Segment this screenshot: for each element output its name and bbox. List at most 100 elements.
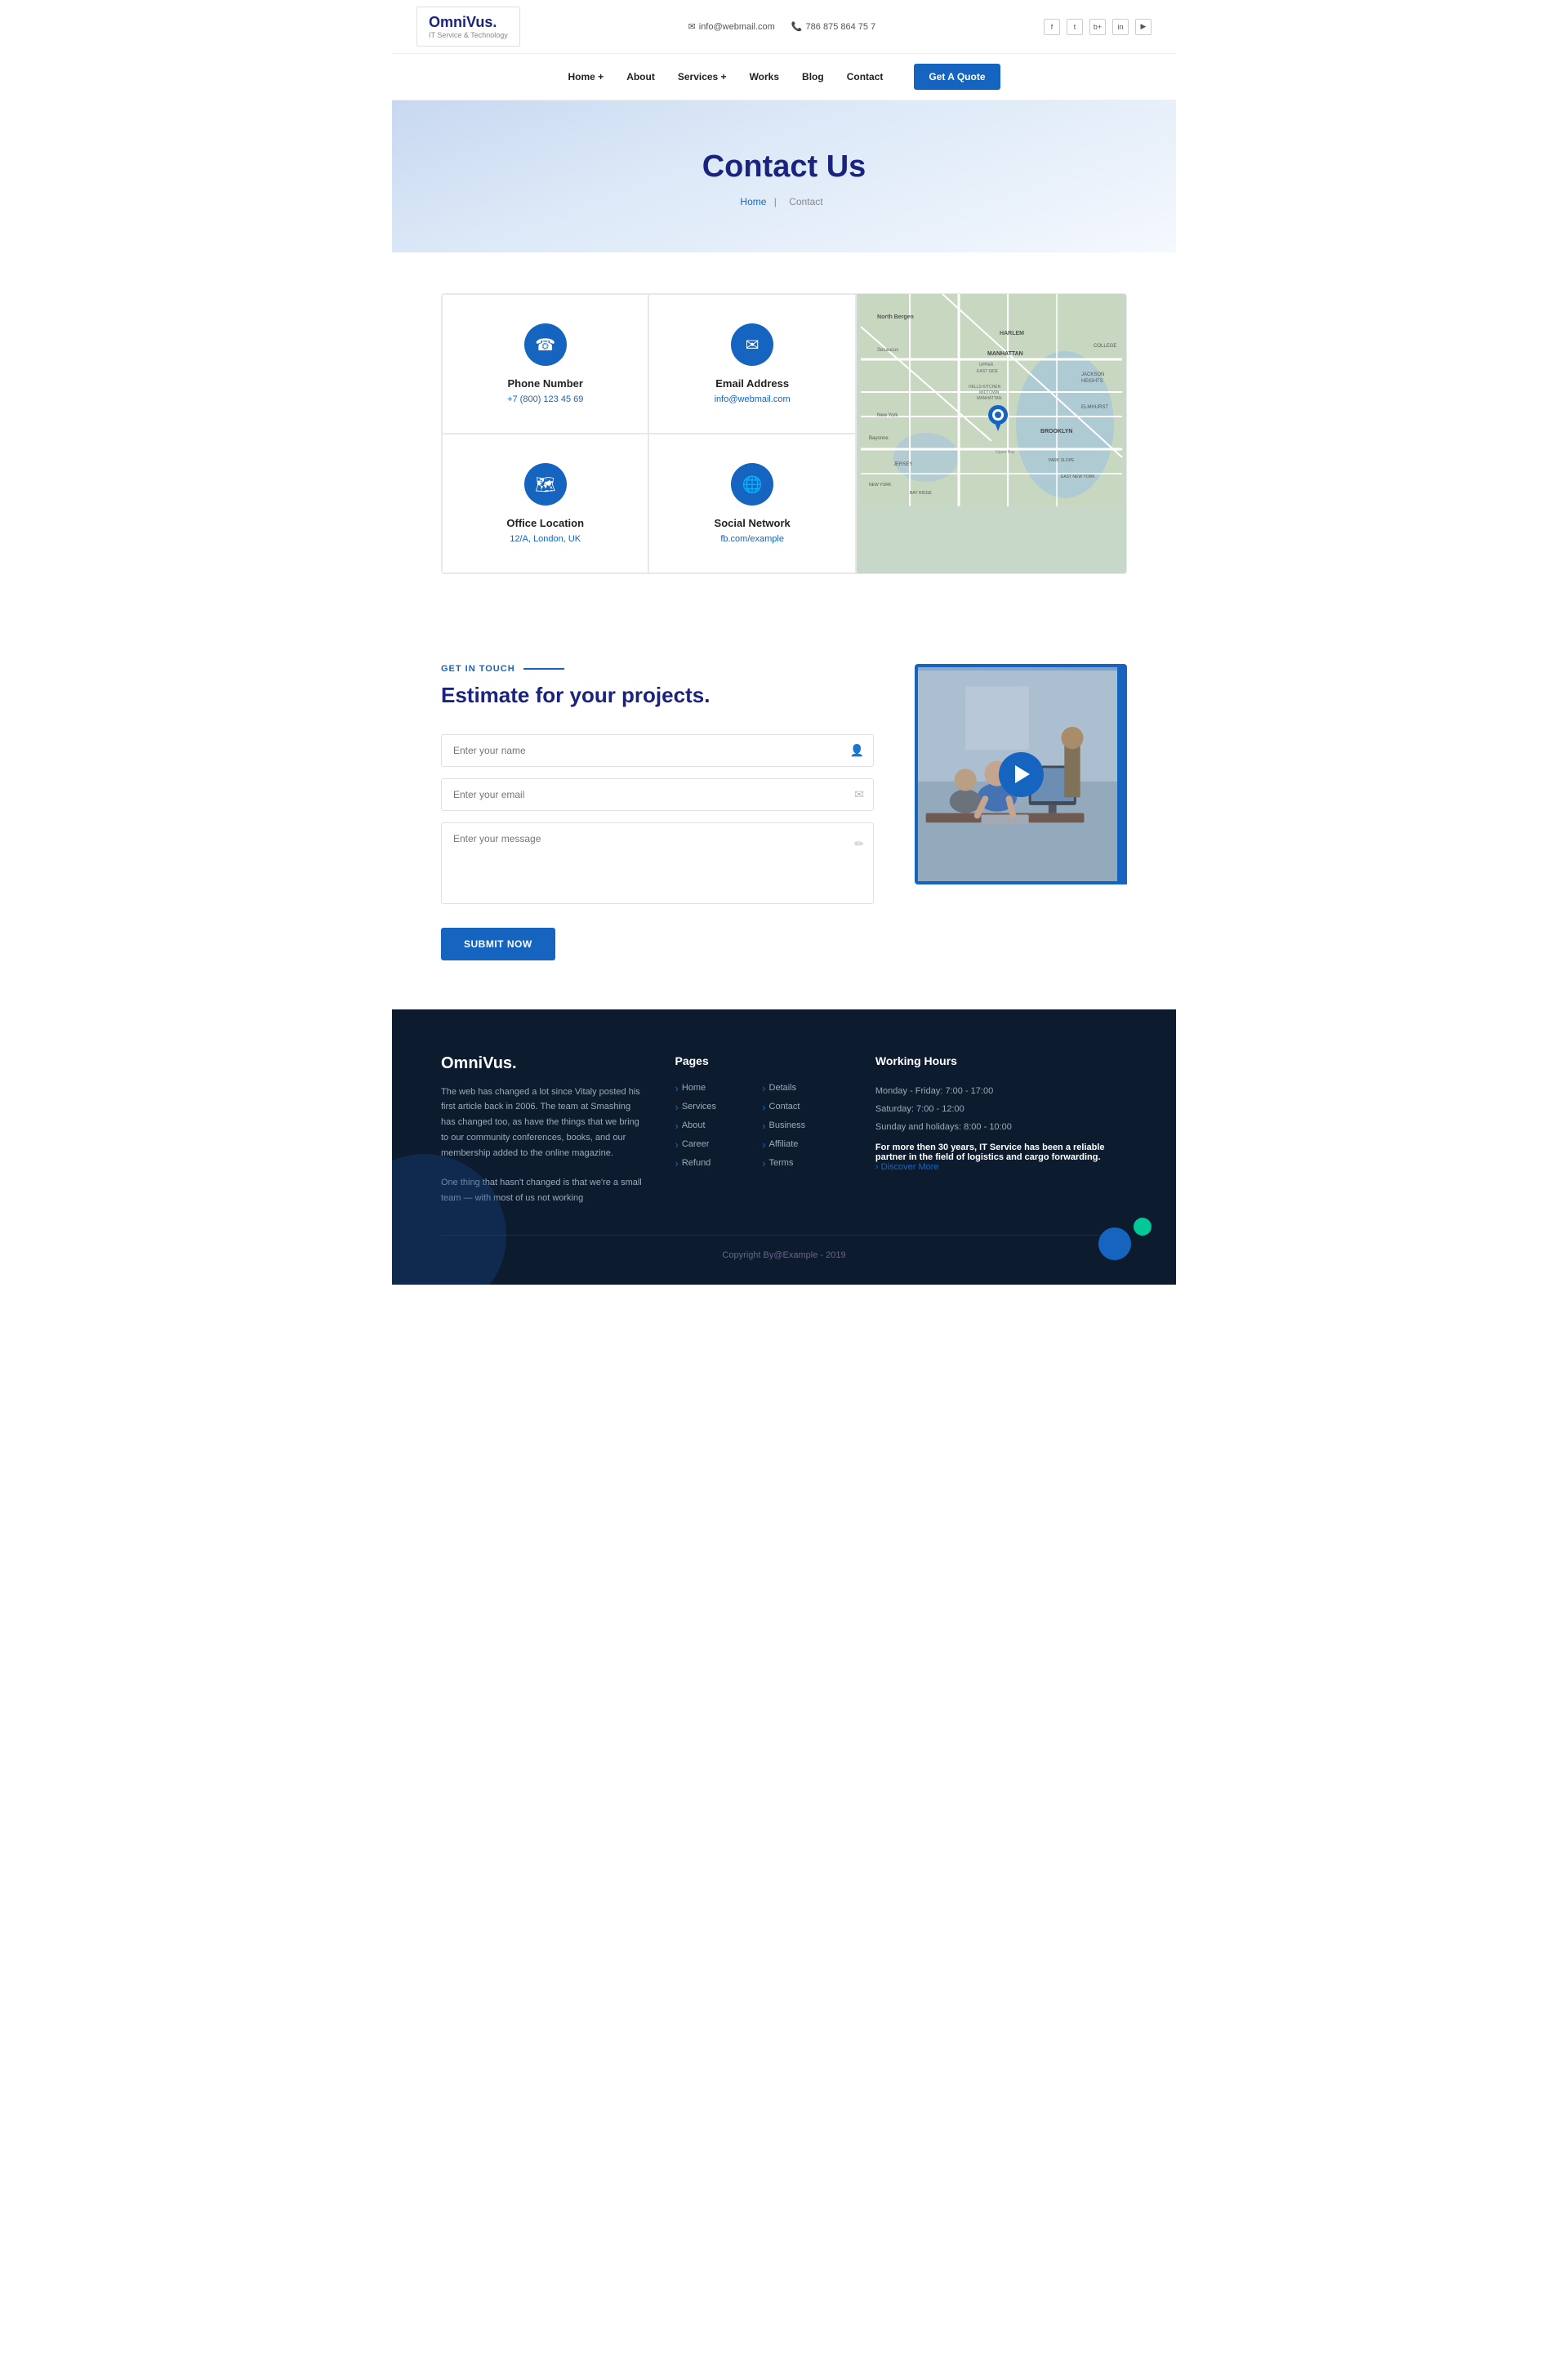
blogger-icon[interactable]: b+ — [1089, 19, 1106, 35]
header-email: ✉ info@webmail.com — [688, 21, 775, 32]
footer-pages-title: Pages — [675, 1054, 842, 1067]
nav-works[interactable]: Works — [750, 71, 779, 82]
phone-icon: ☎ — [524, 323, 567, 366]
phone-value: +7 (800) 123 45 69 — [507, 394, 583, 404]
contact-card-phone: ☎ Phone Number +7 (800) 123 45 69 — [442, 294, 648, 434]
footer-hours-desc: For more then 30 years, IT Service has b… — [875, 1143, 1127, 1162]
footer-bottom: Copyright By@Example - 2019 — [441, 1235, 1127, 1260]
footer-desc1: The web has changed a lot since Vitaly p… — [441, 1085, 642, 1160]
footer-link-refund[interactable]: Refund — [675, 1157, 755, 1169]
message-icon: ✏ — [854, 837, 864, 851]
nav-services[interactable]: Services + — [678, 71, 727, 82]
name-input[interactable] — [441, 734, 874, 767]
svg-text:MANHATTAN: MANHATTAN — [987, 351, 1023, 357]
message-input[interactable] — [441, 822, 874, 904]
svg-text:Upper Bay: Upper Bay — [996, 450, 1015, 455]
social-title: Social Network — [715, 517, 791, 529]
nav-blog[interactable]: Blog — [802, 71, 824, 82]
navbar: Home + About Services + Works Blog Conta… — [392, 54, 1176, 100]
location-value: 12/A, London, UK — [510, 534, 581, 544]
svg-text:MANHATTAN: MANHATTAN — [977, 396, 1002, 401]
footer-hours-sunday: Sunday and holidays: 8:00 - 10:00 — [875, 1118, 1127, 1136]
nav-home[interactable]: Home + — [568, 71, 604, 82]
message-field-wrapper: ✏ — [441, 822, 874, 908]
nav-about[interactable]: About — [626, 71, 655, 82]
footer-link-home[interactable]: Home — [675, 1082, 755, 1094]
contact-grid: ☎ Phone Number +7 (800) 123 45 69 ✉ Emai… — [441, 293, 1127, 574]
svg-text:North Bergen: North Bergen — [877, 314, 914, 320]
location-icon: 🗺 — [524, 463, 567, 506]
svg-text:BAY RIDGE: BAY RIDGE — [910, 491, 932, 496]
footer-link-affiliate[interactable]: Affiliate — [762, 1138, 843, 1151]
contact-section: ☎ Phone Number +7 (800) 123 45 69 ✉ Emai… — [392, 252, 1176, 615]
phone-icon: 📞 — [791, 21, 803, 32]
footer-link-about[interactable]: About — [675, 1120, 755, 1132]
email-value: info@webmail.com — [715, 394, 791, 404]
breadcrumb-home[interactable]: Home — [740, 196, 766, 207]
svg-text:JACKSON: JACKSON — [1081, 372, 1104, 377]
form-title: Estimate for your projects. — [441, 682, 874, 710]
youtube-icon[interactable]: ▶ — [1135, 19, 1152, 35]
breadcrumb-separator: | — [774, 196, 779, 207]
facebook-icon[interactable]: f — [1044, 19, 1060, 35]
contact-card-location: 🗺 Office Location 12/A, London, UK — [442, 434, 648, 573]
email-title: Email Address — [715, 377, 789, 390]
footer-link-business[interactable]: Business — [762, 1120, 843, 1132]
linkedin-icon[interactable]: in — [1112, 19, 1129, 35]
video-accent-bar — [1117, 667, 1127, 881]
footer-link-details[interactable]: Details — [762, 1082, 843, 1094]
svg-text:PARK SLOPE: PARK SLOPE — [1049, 458, 1075, 463]
video-overlay — [918, 667, 1124, 881]
social-icons: f t b+ in ▶ — [1044, 19, 1152, 35]
svg-text:JERSEY: JERSEY — [893, 462, 912, 467]
svg-text:UPPER: UPPER — [979, 363, 994, 368]
name-field-wrapper: 👤 — [441, 734, 874, 767]
logo-sub: IT Service & Technology — [429, 31, 508, 39]
twitter-icon[interactable]: t — [1067, 19, 1083, 35]
email-field-wrapper: ✉ — [441, 778, 874, 811]
user-icon: 👤 — [850, 743, 864, 757]
breadcrumb-current: Contact — [789, 196, 822, 207]
footer-pages-col: Pages Home Details Services Contact Abou… — [675, 1054, 842, 1206]
video-thumbnail[interactable] — [915, 664, 1127, 884]
get-quote-button[interactable]: Get A Quote — [914, 64, 1000, 90]
footer-hours-weekday: Monday - Friday: 7:00 - 17:00 — [875, 1082, 1127, 1100]
location-title: Office Location — [506, 517, 584, 529]
footer-link-services[interactable]: Services — [675, 1101, 755, 1113]
footer-circle-small — [1134, 1218, 1152, 1236]
footer-link-contact[interactable]: Contact — [762, 1101, 843, 1113]
logo-area: OmniVus. IT Service & Technology — [416, 7, 520, 47]
footer-link-terms[interactable]: Terms — [762, 1157, 843, 1169]
svg-text:Secaucus: Secaucus — [877, 348, 898, 353]
footer-circle-medium — [1098, 1227, 1131, 1260]
footer: OmniVus. The web has changed a lot since… — [392, 1009, 1176, 1285]
submit-button[interactable]: Submit Now — [441, 928, 555, 960]
email-input[interactable] — [441, 778, 874, 811]
email-icon: ✉ — [688, 21, 696, 32]
map-container: North Bergen HARLEM Secaucus MANHATTAN U… — [857, 294, 1126, 573]
svg-text:New York: New York — [877, 413, 898, 418]
discover-more-link[interactable]: › Discover More — [875, 1162, 1127, 1172]
form-right — [915, 664, 1127, 884]
form-section: Get In Touch Estimate for your projects.… — [392, 615, 1176, 1009]
social-value: fb.com/example — [720, 534, 784, 544]
map-svg: North Bergen HARLEM Secaucus MANHATTAN U… — [857, 294, 1126, 506]
nav-contact[interactable]: Contact — [847, 71, 884, 82]
footer-hours-title: Working Hours — [875, 1054, 1127, 1067]
play-button[interactable] — [999, 752, 1044, 797]
header-contact: ✉ info@webmail.com 📞 786 875 864 75 7 — [688, 21, 876, 32]
copyright-text: Copyright By@Example - 2019 — [722, 1250, 845, 1260]
contact-card-email: ✉ Email Address info@webmail.com — [648, 294, 855, 434]
map-area: North Bergen HARLEM Secaucus MANHATTAN U… — [857, 294, 1126, 573]
svg-text:HELLS KITCHEN: HELLS KITCHEN — [969, 385, 1001, 390]
svg-text:Bayonne: Bayonne — [869, 436, 889, 441]
svg-text:BROOKLYN: BROOKLYN — [1040, 429, 1072, 434]
footer-hours-bold-text: For more then 30 years, — [875, 1143, 977, 1152]
footer-link-career[interactable]: Career — [675, 1138, 755, 1151]
hero-banner: Contact Us Home | Contact — [392, 100, 1176, 252]
header-phone: 📞 786 875 864 75 7 — [791, 21, 875, 32]
svg-text:HARLEM: HARLEM — [1000, 331, 1024, 336]
svg-text:EAST SIDE: EAST SIDE — [977, 369, 999, 374]
footer-hours-saturday: Saturday: 7:00 - 12:00 — [875, 1100, 1127, 1118]
form-left: Get In Touch Estimate for your projects.… — [441, 664, 874, 960]
